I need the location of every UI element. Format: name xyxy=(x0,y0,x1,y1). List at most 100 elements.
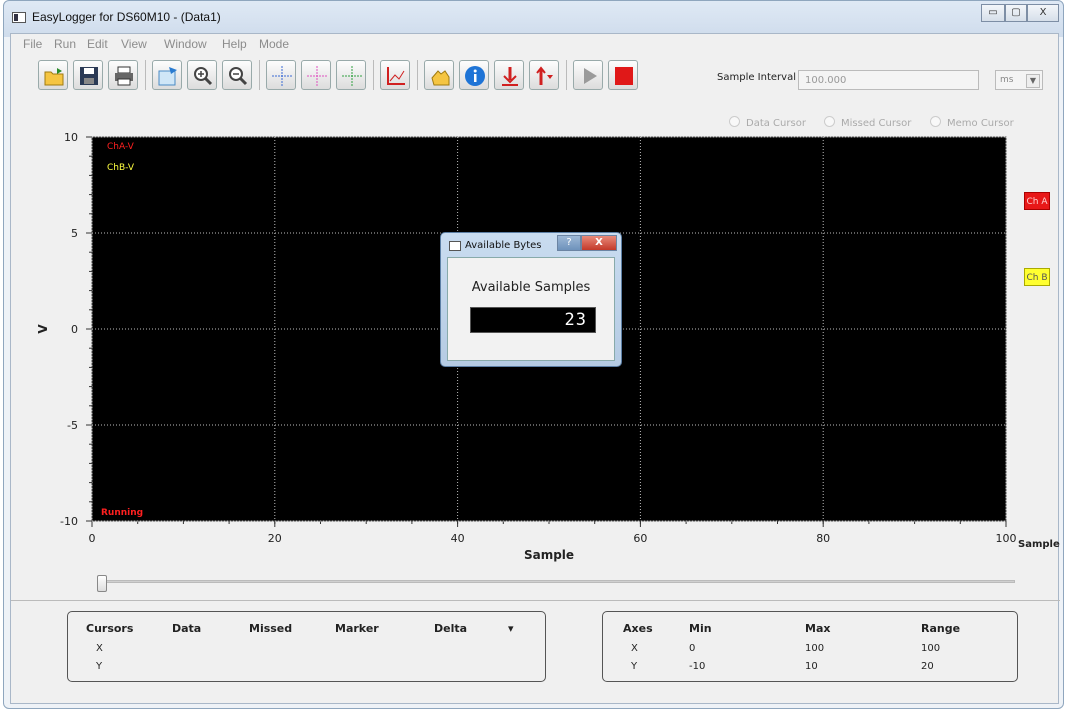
legend-chb: ChB-V xyxy=(107,163,135,173)
data-header: Data xyxy=(172,622,202,635)
maximize-button[interactable]: ▢ xyxy=(1005,4,1027,22)
menu-edit[interactable]: Edit xyxy=(87,37,108,51)
print-icon xyxy=(115,66,133,86)
axes-cell: 100 xyxy=(805,643,825,654)
chevron-down-icon: ▼ xyxy=(1026,74,1040,88)
axes-cell: Y xyxy=(631,661,638,672)
app-icon xyxy=(12,12,26,23)
save-icon xyxy=(80,67,98,85)
dialog-help-button[interactable]: ? xyxy=(557,235,581,251)
client-area: File Run Edit View Window Help Mode Samp… xyxy=(10,33,1060,704)
axes-cell: 100 xyxy=(921,643,941,654)
missed-header: Missed xyxy=(249,622,293,635)
down-arrow-button[interactable] xyxy=(494,60,524,90)
delta-header: Delta xyxy=(434,622,468,635)
play-button[interactable] xyxy=(573,60,603,90)
slider-track[interactable] xyxy=(103,580,1015,583)
max-header: Max xyxy=(805,622,831,635)
x-tick-label: 40 xyxy=(451,532,465,545)
unit-select-value: ms xyxy=(1000,75,1014,85)
x-tick-label: 80 xyxy=(816,532,830,545)
save-button[interactable] xyxy=(73,60,103,90)
menu-bar: File Run Edit View Window Help Mode xyxy=(11,34,1058,54)
legend-cha: ChA-V xyxy=(107,142,135,152)
unit-select[interactable]: ms ▼ xyxy=(995,70,1043,90)
divider xyxy=(11,600,1060,601)
zoom-in-button[interactable] xyxy=(187,60,217,90)
print-button[interactable] xyxy=(108,60,138,90)
axes-panel: Axes Min Max Range X 0 100 100 Y -10 10 … xyxy=(602,611,1018,682)
menu-help[interactable]: Help xyxy=(222,37,247,51)
y-tick-label: -5 xyxy=(67,419,78,432)
dialog-close-button[interactable]: X xyxy=(581,235,617,251)
cursor-pink-button[interactable] xyxy=(301,60,331,90)
up-arrow-button[interactable] xyxy=(529,60,559,90)
window-title: EasyLogger for DS60M10 - (Data1) xyxy=(32,10,221,24)
play-icon xyxy=(584,68,597,84)
menu-file[interactable]: File xyxy=(23,37,42,51)
available-bytes-dialog: Available Bytes ? X Available Samples 23 xyxy=(440,232,622,367)
channel-a-button[interactable]: Ch A xyxy=(1024,192,1050,210)
marker-header: Marker xyxy=(335,622,379,635)
running-status: Running xyxy=(101,508,143,518)
axes-header: Axes xyxy=(623,622,653,635)
zoom-in-icon xyxy=(194,67,213,86)
min-header: Min xyxy=(689,622,712,635)
y-axis-title: V xyxy=(36,324,50,334)
title-bar[interactable]: EasyLogger for DS60M10 - (Data1) ▭ ▢ X xyxy=(4,1,1063,35)
minimize-button[interactable]: ▭ xyxy=(981,4,1005,22)
toolbar-separator xyxy=(417,60,418,90)
x-tick-label: 20 xyxy=(268,532,282,545)
x-tick-label: 60 xyxy=(633,532,647,545)
dialog-title: Available Bytes xyxy=(465,240,542,251)
available-samples-label: Available Samples xyxy=(471,280,591,295)
hand-icon xyxy=(431,70,450,86)
menu-window[interactable]: Window xyxy=(164,37,207,51)
cursor-green-button[interactable] xyxy=(336,60,366,90)
delta-dropdown[interactable]: ▾ xyxy=(508,622,514,635)
y-tick-label: 10 xyxy=(64,131,78,144)
available-samples-display: 23 xyxy=(470,307,596,333)
info-icon xyxy=(465,66,485,86)
menu-view[interactable]: View xyxy=(121,37,147,51)
axes-icon xyxy=(387,67,405,85)
menu-mode[interactable]: Mode xyxy=(259,37,289,51)
down-arrow-icon xyxy=(502,67,518,86)
toolbar-separator xyxy=(566,60,567,90)
cursor-green-icon xyxy=(342,66,362,86)
dialog-body: Available Samples 23 xyxy=(447,257,615,361)
y-unit-label: V xyxy=(42,126,50,128)
axes-cell: X xyxy=(631,643,638,654)
x-tick-label: 100 xyxy=(996,532,1017,545)
toolbar-separator xyxy=(145,60,146,90)
channel-b-button[interactable]: Ch B xyxy=(1024,268,1050,286)
export-icon xyxy=(158,67,177,86)
sample-interval-label: Sample Interval xyxy=(717,72,796,83)
cursor-blue-button[interactable] xyxy=(266,60,296,90)
open-icon xyxy=(44,68,64,86)
y-tick-label: 0 xyxy=(71,323,78,336)
sample-interval-input[interactable] xyxy=(798,70,979,90)
hand-button[interactable] xyxy=(424,60,454,90)
open-button[interactable] xyxy=(38,60,68,90)
info-button[interactable] xyxy=(459,60,489,90)
axes-cell: 0 xyxy=(689,643,696,654)
app-window: EasyLogger for DS60M10 - (Data1) ▭ ▢ X F… xyxy=(3,0,1064,709)
menu-run[interactable]: Run xyxy=(54,37,76,51)
stop-button[interactable] xyxy=(608,60,638,90)
slider-handle[interactable] xyxy=(97,575,107,592)
dialog-app-icon xyxy=(449,241,461,251)
x-axis-title: Sample xyxy=(524,548,574,562)
close-button[interactable]: X xyxy=(1027,4,1059,22)
stop-icon xyxy=(615,67,633,85)
toolbar-separator xyxy=(259,60,260,90)
toolbar-separator xyxy=(373,60,374,90)
x-tick-label: 0 xyxy=(89,532,96,545)
cursors-panel: Cursors Data Missed Marker Delta ▾ X Y xyxy=(67,611,546,682)
zoom-out-button[interactable] xyxy=(222,60,252,90)
cursor-blue-icon xyxy=(272,66,292,86)
axes-cell: 20 xyxy=(921,661,934,672)
axes-button[interactable] xyxy=(380,60,410,90)
export-button[interactable] xyxy=(152,60,182,90)
y-tick-label: 5 xyxy=(71,227,78,240)
